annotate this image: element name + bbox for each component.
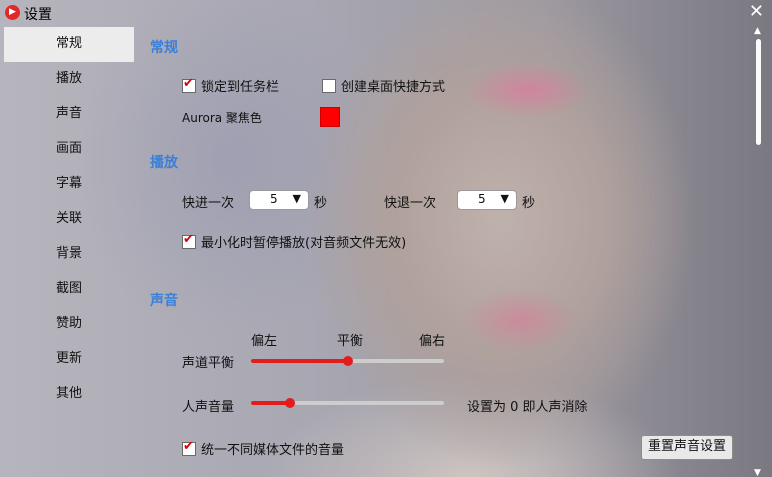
pin-taskbar-label: 锁定到任务栏 <box>201 80 280 95</box>
desktop-shortcut-label: 创建桌面快捷方式 <box>341 80 446 95</box>
scrollbar-thumb[interactable] <box>756 39 761 145</box>
backward-step-value: 5 <box>478 192 486 206</box>
sidebar-item-background[interactable]: 背景 <box>4 237 134 272</box>
sidebar-item-picture[interactable]: 画面 <box>4 132 134 167</box>
scroll-down-icon[interactable]: ▼ <box>754 468 761 477</box>
scrollbar[interactable]: ▲ ▼ <box>754 26 764 477</box>
backward-step-unit: 秒 <box>522 196 536 211</box>
unify-volume-option[interactable]: 统一不同媒体文件的音量 <box>182 439 344 458</box>
unify-volume-checkbox[interactable] <box>182 439 196 456</box>
sidebar-item-general[interactable]: 常规 <box>4 27 134 62</box>
balance-slider-handle[interactable] <box>342 356 353 366</box>
pin-taskbar-checkbox[interactable] <box>182 76 196 93</box>
forward-step-label: 快进一次 <box>182 196 235 211</box>
balance-left-label: 偏左 <box>251 334 278 349</box>
section-heading-general: 常规 <box>150 40 178 56</box>
pause-minimized-option[interactable]: 最小化时暂停播放(对音频文件无效) <box>182 232 406 251</box>
settings-window: ▶ 设置 ✕ 常规 播放 声音 画面 字幕 关联 背景 截图 赞助 更新 其他 … <box>0 0 772 477</box>
sidebar: 常规 播放 声音 画面 字幕 关联 背景 截图 赞助 更新 其他 <box>4 27 134 412</box>
sidebar-item-association[interactable]: 关联 <box>4 202 134 237</box>
pause-minimized-label: 最小化时暂停播放(对音频文件无效) <box>201 236 407 251</box>
section-heading-playback: 播放 <box>150 155 178 171</box>
pin-taskbar-option[interactable]: 锁定到任务栏 <box>182 76 279 95</box>
sidebar-item-screenshot[interactable]: 截图 <box>4 272 134 307</box>
backward-step-label: 快退一次 <box>384 196 437 211</box>
app-logo-icon: ▶ <box>5 5 20 20</box>
forward-step-dropdown[interactable]: 5 ▼ <box>249 190 309 210</box>
aurora-color-label: Aurora 聚焦色 <box>182 111 262 125</box>
sidebar-item-subtitle[interactable]: 字幕 <box>4 167 134 202</box>
sidebar-item-sponsor[interactable]: 赞助 <box>4 307 134 342</box>
backward-step-dropdown[interactable]: 5 ▼ <box>457 190 517 210</box>
desktop-shortcut-option[interactable]: 创建桌面快捷方式 <box>322 76 445 95</box>
sidebar-item-other[interactable]: 其他 <box>4 377 134 412</box>
vocal-volume-hint: 设置为 0 即人声消除 <box>467 400 588 415</box>
chevron-down-icon: ▼ <box>292 192 301 205</box>
forward-step-unit: 秒 <box>314 196 328 211</box>
sidebar-item-update[interactable]: 更新 <box>4 342 134 377</box>
vocal-volume-slider[interactable] <box>251 398 444 408</box>
section-heading-sound: 声音 <box>150 293 178 309</box>
chevron-down-icon: ▼ <box>500 192 509 205</box>
close-icon[interactable]: ✕ <box>749 1 764 22</box>
balance-slider[interactable] <box>251 356 444 366</box>
reset-sound-button[interactable]: 重置声音设置 <box>641 435 733 460</box>
vocal-volume-slider-fill <box>251 401 290 405</box>
scroll-up-icon[interactable]: ▲ <box>754 26 761 36</box>
vocal-volume-label: 人声音量 <box>182 400 235 415</box>
balance-center-label: 平衡 <box>337 334 364 349</box>
unify-volume-label: 统一不同媒体文件的音量 <box>201 443 345 458</box>
window-title: 设置 <box>24 7 52 23</box>
balance-right-label: 偏右 <box>419 334 446 349</box>
balance-label: 声道平衡 <box>182 356 235 371</box>
desktop-shortcut-checkbox[interactable] <box>322 78 336 93</box>
pause-minimized-checkbox[interactable] <box>182 232 196 249</box>
forward-step-value: 5 <box>270 192 278 206</box>
vocal-volume-slider-handle[interactable] <box>284 398 295 408</box>
title-bar: ▶ 设置 ✕ <box>0 0 772 26</box>
aurora-color-swatch[interactable] <box>320 107 340 127</box>
balance-slider-fill <box>251 359 348 363</box>
sidebar-item-playback[interactable]: 播放 <box>4 62 134 97</box>
sidebar-item-sound[interactable]: 声音 <box>4 97 134 132</box>
